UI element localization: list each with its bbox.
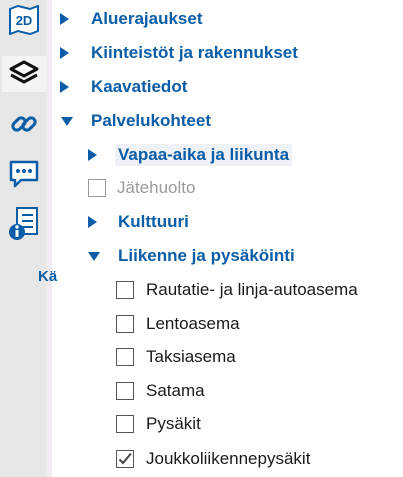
- layers-button[interactable]: [2, 56, 46, 92]
- layer-label: Pysäkit: [146, 414, 201, 433]
- rail-truncated-label: Kä: [38, 268, 58, 285]
- layer-item-joukkoliikennepysakit[interactable]: Joukkoliikennepysäkit: [116, 444, 310, 474]
- group-label: Aluerajaukset: [91, 9, 203, 28]
- layers-icon: [7, 58, 41, 91]
- layer-label: Jätehuolto: [117, 178, 196, 197]
- group-label: Liikenne ja pysäköinti: [118, 246, 295, 265]
- group-label: Kaavatiedot: [91, 77, 188, 96]
- chevron-down-icon[interactable]: [88, 251, 100, 261]
- link-icon: [9, 109, 39, 144]
- group-label: Kiinteistöt ja rakennukset: [91, 43, 298, 62]
- chevron-right-icon[interactable]: [60, 81, 69, 93]
- tree-group-vapaa-aika[interactable]: Vapaa-aika ja liikunta: [88, 140, 293, 170]
- layer-checkbox: [88, 179, 106, 197]
- chat-icon: [8, 159, 40, 194]
- layer-item-pysakit[interactable]: Pysäkit: [116, 409, 201, 439]
- layer-item-lentoasema[interactable]: Lentoasema: [116, 309, 240, 339]
- layer-label: Joukkoliikennepysäkit: [146, 449, 311, 468]
- map-2d-icon: 2D: [8, 4, 40, 40]
- layer-item-satama[interactable]: Satama: [116, 376, 205, 406]
- layer-checkbox[interactable]: [116, 348, 134, 366]
- group-label: Vapaa-aika ja liikunta: [115, 144, 293, 166]
- legend-info-icon: [7, 206, 41, 247]
- map-2d-button[interactable]: 2D: [2, 4, 46, 40]
- chevron-right-icon[interactable]: [60, 13, 69, 25]
- layer-checkbox[interactable]: [116, 450, 134, 468]
- layer-checkbox[interactable]: [116, 281, 134, 299]
- group-label: Palvelukohteet: [91, 111, 211, 130]
- layer-item-rautatie[interactable]: Rautatie- ja linja-autoasema: [116, 275, 358, 305]
- layer-checkbox[interactable]: [116, 415, 134, 433]
- group-label: Kulttuuri: [118, 212, 189, 231]
- legend-info-button[interactable]: [2, 206, 46, 247]
- layer-label: Rautatie- ja linja-autoasema: [146, 280, 358, 299]
- tree-group-kulttuuri[interactable]: Kulttuuri: [88, 207, 189, 237]
- layer-item-jatehuolto: Jätehuolto: [88, 173, 195, 203]
- tree-group-kiinteistot[interactable]: Kiinteistöt ja rakennukset: [60, 38, 298, 68]
- map-2d-label: 2D: [16, 13, 33, 28]
- checkmark-icon: [118, 452, 132, 465]
- tree-group-palvelukohteet[interactable]: Palvelukohteet: [60, 106, 211, 136]
- layer-item-taksiasema[interactable]: Taksiasema: [116, 342, 236, 372]
- tree-group-liikenne[interactable]: Liikenne ja pysäköinti: [88, 241, 295, 271]
- layer-label: Lentoasema: [146, 314, 240, 333]
- chevron-down-icon[interactable]: [61, 116, 73, 126]
- chevron-right-icon[interactable]: [60, 47, 69, 59]
- layer-label: Satama: [146, 381, 205, 400]
- chevron-right-icon[interactable]: [88, 149, 97, 161]
- link-button[interactable]: [2, 108, 46, 144]
- rail-divider: [46, 0, 52, 477]
- tree-group-kaavatiedot[interactable]: Kaavatiedot: [60, 72, 187, 102]
- feedback-button[interactable]: [2, 158, 46, 194]
- chevron-right-icon[interactable]: [88, 216, 97, 228]
- tree-group-aluerajaukset[interactable]: Aluerajaukset: [60, 4, 203, 34]
- layer-checkbox[interactable]: [116, 315, 134, 333]
- layer-label: Taksiasema: [146, 347, 236, 366]
- layer-checkbox[interactable]: [116, 382, 134, 400]
